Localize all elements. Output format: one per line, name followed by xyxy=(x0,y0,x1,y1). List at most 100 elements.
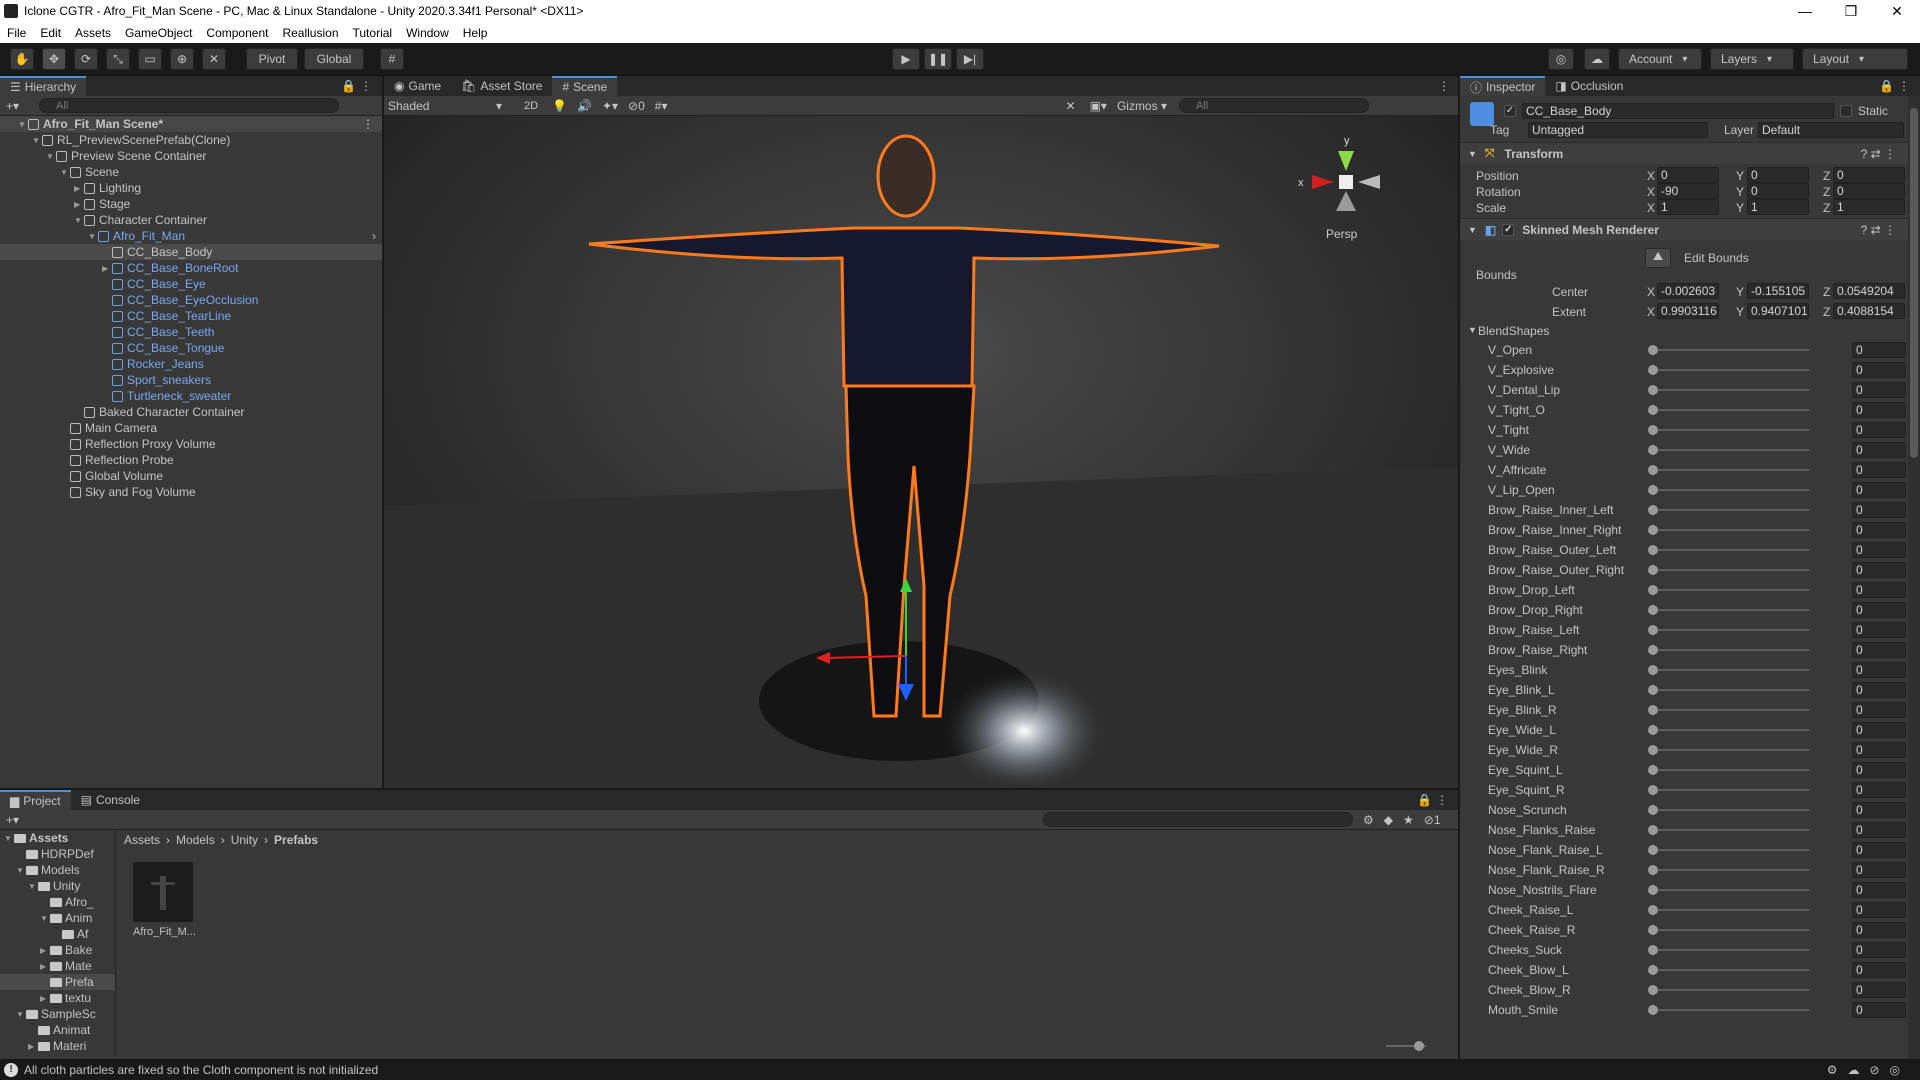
blendshape-value-field[interactable]: 0 xyxy=(1852,822,1906,838)
center-z-field[interactable]: 0.0549204 xyxy=(1833,283,1905,299)
project-folder-row[interactable]: ▼ Unity xyxy=(0,878,115,894)
hierarchy-row[interactable]: Global Volume xyxy=(0,468,382,484)
blendshape-slider-knob[interactable] xyxy=(1648,685,1658,695)
collapsed-arrow-icon[interactable]: ▶ xyxy=(40,946,50,955)
blendshape-slider-knob[interactable] xyxy=(1648,1005,1658,1015)
hierarchy-row[interactable]: ▶ Stage xyxy=(0,196,382,212)
skinned-mesh-renderer-header[interactable]: ▼ ◧ ✓ Skinned Mesh Renderer ? ⇄ ⋮ xyxy=(1460,218,1908,240)
rotation-z-field[interactable]: 0 xyxy=(1833,183,1905,199)
blendshape-slider-knob[interactable] xyxy=(1648,525,1658,535)
tab-hierarchy[interactable]: ☰ Hierarchy xyxy=(0,76,87,96)
hierarchy-row[interactable]: ▶ CC_Base_BoneRoot xyxy=(0,260,382,276)
blendshape-value-field[interactable]: 0 xyxy=(1852,622,1906,638)
blendshape-slider[interactable] xyxy=(1653,889,1809,891)
blendshape-slider-knob[interactable] xyxy=(1648,485,1658,495)
tab-game[interactable]: ◉ Game xyxy=(384,76,451,96)
component-menu-icons[interactable]: ? ⇄ ⋮ xyxy=(1861,223,1896,237)
blendshapes-foldout-icon[interactable]: ▼ xyxy=(1468,325,1477,335)
blendshape-value-field[interactable]: 0 xyxy=(1852,1002,1906,1018)
project-folder-row[interactable]: Af xyxy=(0,926,115,942)
blendshape-slider-knob[interactable] xyxy=(1648,705,1658,715)
cloud-icon[interactable]: ☁ xyxy=(1584,48,1610,70)
persp-label[interactable]: Persp xyxy=(1326,227,1358,241)
hierarchy-row[interactable]: Reflection Proxy Volume xyxy=(0,436,382,452)
blendshape-slider[interactable] xyxy=(1653,649,1809,651)
scale-tool-icon[interactable]: ⤡ xyxy=(106,48,130,70)
hierarchy-row[interactable]: ▼ Scene xyxy=(0,164,382,180)
project-folder-row[interactable]: ▼ Models xyxy=(0,862,115,878)
scene-search-input[interactable]: All xyxy=(1178,98,1369,113)
blendshape-value-field[interactable]: 0 xyxy=(1852,842,1906,858)
hierarchy-row[interactable]: CC_Base_TearLine xyxy=(0,308,382,324)
blendshape-slider[interactable] xyxy=(1653,409,1809,411)
blendshape-slider-knob[interactable] xyxy=(1648,565,1658,575)
hierarchy-row[interactable]: ▼ Character Container xyxy=(0,212,382,228)
blendshape-value-field[interactable]: 0 xyxy=(1852,462,1906,478)
rotation-y-field[interactable]: 0 xyxy=(1747,183,1809,199)
hierarchy-row[interactable]: Sport_sneakers xyxy=(0,372,382,388)
blendshape-slider-knob[interactable] xyxy=(1648,925,1658,935)
blendshape-slider[interactable] xyxy=(1653,509,1809,511)
blendshape-slider-knob[interactable] xyxy=(1648,605,1658,615)
filter-label-icon[interactable]: ◆ xyxy=(1384,813,1393,827)
extent-z-field[interactable]: 0.4088154 xyxy=(1833,303,1905,319)
blendshape-slider-knob[interactable] xyxy=(1648,505,1658,515)
pivot-toggle[interactable]: Pivot xyxy=(246,48,298,70)
layers-dropdown[interactable]: Layers xyxy=(1710,48,1794,70)
blendshape-slider[interactable] xyxy=(1653,689,1809,691)
close-button[interactable]: ✕ xyxy=(1874,3,1920,20)
move-tool-icon[interactable]: ✥ xyxy=(42,48,66,70)
transform-tool-icon[interactable]: ⊕ xyxy=(170,48,194,70)
minimize-button[interactable]: — xyxy=(1782,3,1828,20)
blendshape-slider-knob[interactable] xyxy=(1648,945,1658,955)
blendshape-slider[interactable] xyxy=(1653,489,1809,491)
blendshape-slider-knob[interactable] xyxy=(1648,905,1658,915)
zoom-slider-knob[interactable] xyxy=(1414,1041,1424,1051)
renderer-enabled-checkbox[interactable]: ✓ xyxy=(1502,223,1515,236)
blendshape-slider[interactable] xyxy=(1653,789,1809,791)
inspector-more-icon[interactable]: ⋮ xyxy=(1898,79,1910,93)
collapsed-arrow-icon[interactable]: ▶ xyxy=(40,994,50,1003)
mode-2d-toggle[interactable]: 2D xyxy=(524,100,538,112)
pause-button[interactable]: ❚❚ xyxy=(924,48,952,70)
blendshape-slider[interactable] xyxy=(1653,829,1809,831)
blendshape-value-field[interactable]: 0 xyxy=(1852,762,1906,778)
blendshape-slider-knob[interactable] xyxy=(1648,665,1658,675)
scene-more-icon[interactable]: ⋮ xyxy=(1438,79,1450,93)
blendshape-slider-knob[interactable] xyxy=(1648,785,1658,795)
breadcrumb-prefabs[interactable]: Prefabs xyxy=(274,833,318,847)
blendshape-value-field[interactable]: 0 xyxy=(1852,882,1906,898)
blendshape-slider[interactable] xyxy=(1653,749,1809,751)
project-more-icon[interactable]: ⋮ xyxy=(1436,793,1448,807)
more-menu-icon[interactable]: ⋮ xyxy=(360,79,372,93)
component-menu-icons[interactable]: ? ⇄ ⋮ xyxy=(1861,147,1896,161)
hierarchy-row[interactable]: Turtleneck_sweater xyxy=(0,388,382,404)
status-message[interactable]: All cloth particles are fixed so the Clo… xyxy=(24,1063,378,1077)
expanded-arrow-icon[interactable]: ▼ xyxy=(40,914,50,923)
shading-dropdown[interactable]: Shaded ▾ xyxy=(388,98,506,114)
hierarchy-row[interactable]: Rocker_Jeans xyxy=(0,356,382,372)
blendshape-slider-knob[interactable] xyxy=(1648,825,1658,835)
blendshape-value-field[interactable]: 0 xyxy=(1852,942,1906,958)
blendshape-slider[interactable] xyxy=(1653,389,1809,391)
blendshape-slider[interactable] xyxy=(1653,529,1809,531)
blendshape-slider-knob[interactable] xyxy=(1648,745,1658,755)
hierarchy-row[interactable]: Baked Character Container xyxy=(0,404,382,420)
grid-toggle-icon[interactable]: #▾ xyxy=(655,99,668,113)
custom-tool-icon[interactable]: ✕ xyxy=(202,48,226,70)
blendshape-value-field[interactable]: 0 xyxy=(1852,382,1906,398)
rotate-tool-icon[interactable]: ⟳ xyxy=(74,48,98,70)
layer-dropdown[interactable]: Default xyxy=(1758,122,1904,138)
expanded-arrow-icon[interactable]: ▼ xyxy=(18,120,28,129)
hidden-objects-icon[interactable]: ⊘ xyxy=(628,99,638,113)
blendshape-slider[interactable] xyxy=(1653,669,1809,671)
step-button[interactable]: ▶| xyxy=(956,48,984,70)
blendshape-value-field[interactable]: 0 xyxy=(1852,522,1906,538)
position-x-field[interactable]: 0 xyxy=(1657,167,1719,183)
menu-reallusion[interactable]: Reallusion xyxy=(275,26,345,40)
static-dropdown[interactable]: Static xyxy=(1858,104,1888,118)
inspector-scrollbar[interactable] xyxy=(1908,96,1920,1059)
blendshape-value-field[interactable]: 0 xyxy=(1852,702,1906,718)
project-folder-row[interactable]: Animat xyxy=(0,1022,115,1038)
hierarchy-row[interactable]: ▼ Afro_Fit_Man Scene* ⋮ xyxy=(0,116,382,132)
